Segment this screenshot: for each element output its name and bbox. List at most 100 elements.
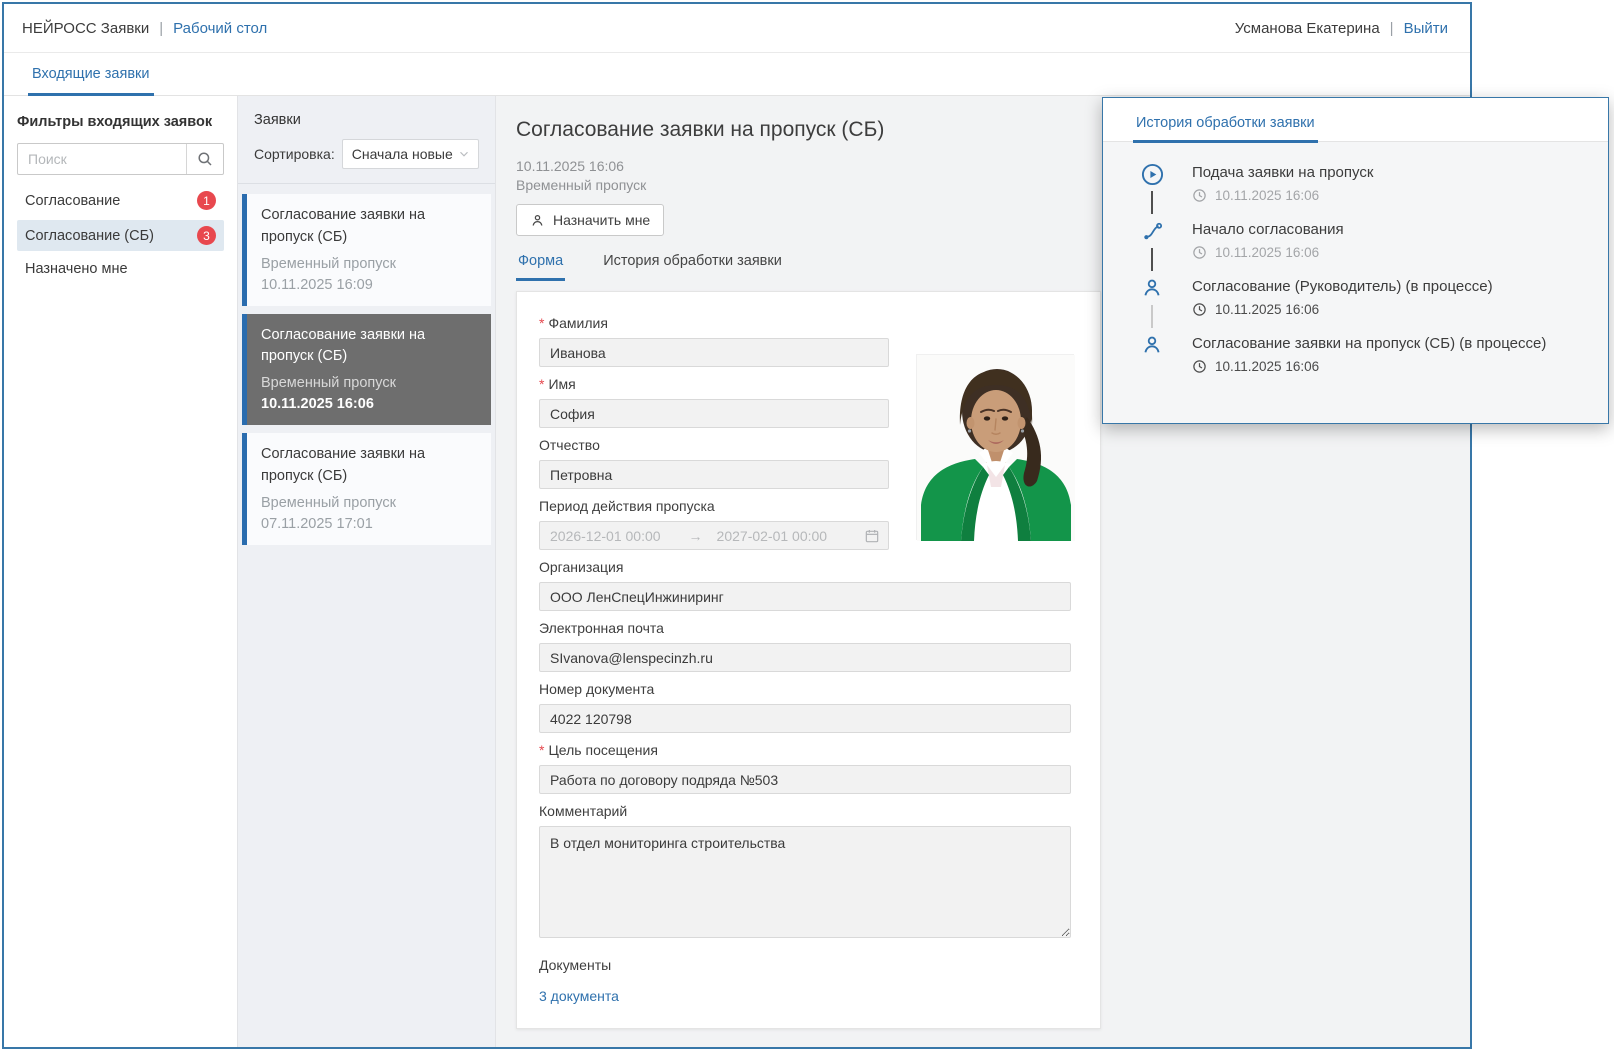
clock-icon xyxy=(1192,188,1207,203)
list-item-pass-type: Временный пропуск xyxy=(261,256,477,272)
purpose-field: Работа по договору подряда №503 xyxy=(539,765,1071,794)
field-label-purpose: *Цель посещения xyxy=(539,742,1078,758)
firstname-field: София xyxy=(539,399,889,428)
search-input[interactable] xyxy=(18,144,186,174)
history-panel: История обработки заявки Подача заявки н… xyxy=(1102,97,1609,424)
logout-link[interactable]: Выйти xyxy=(1404,20,1448,37)
count-badge: 3 xyxy=(197,226,216,245)
timeline-event-time: 10.11.2025 16:06 xyxy=(1215,302,1319,317)
list-item[interactable]: Согласование заявки на пропуск (СБ) Врем… xyxy=(242,194,491,306)
doc-number-field: 4022 120798 xyxy=(539,704,1071,733)
timeline-event-title: Согласование (Руководитель) (в процессе) xyxy=(1192,276,1588,295)
brand-title: НЕЙРОСС Заявки xyxy=(22,20,149,37)
assign-to-me-button[interactable]: Назначить мне xyxy=(516,204,664,236)
middlename-field: Петровна xyxy=(539,460,889,489)
field-label-organization: Организация xyxy=(539,559,1078,575)
organization-field: ООО ЛенСпецИнжиниринг xyxy=(539,582,1071,611)
timeline-event: Согласование (Руководитель) (в процессе)… xyxy=(1140,276,1588,333)
filters-title: Фильтры входящих заявок xyxy=(17,114,224,130)
tab-history[interactable]: История обработки заявки xyxy=(601,253,784,281)
list-item[interactable]: Согласование заявки на пропуск (СБ) Врем… xyxy=(242,433,491,545)
comment-textarea[interactable] xyxy=(539,826,1071,938)
list-item-date: 07.11.2025 17:01 xyxy=(261,516,477,532)
clock-icon xyxy=(1192,245,1207,260)
timeline-event: Начало согласования 10.11.2025 16:06 xyxy=(1140,219,1588,276)
list-item-selected[interactable]: Согласование заявки на пропуск (СБ) Врем… xyxy=(242,314,491,426)
timeline-event-time: 10.11.2025 16:06 xyxy=(1215,188,1319,203)
required-icon: * xyxy=(539,376,544,392)
lastname-field: Иванова xyxy=(539,338,889,367)
filter-item-soglasovanie-sb[interactable]: Согласование (СБ) 3 xyxy=(17,220,224,251)
filter-item-soglasovanie[interactable]: Согласование 1 xyxy=(17,185,224,216)
field-label-lastname: *Фамилия xyxy=(539,315,1078,331)
timeline-event-title: Начало согласования xyxy=(1192,219,1588,238)
documents-link[interactable]: 3 документа xyxy=(539,988,619,1004)
period-start-value: 2026-12-01 00:00 xyxy=(550,528,661,544)
header-separator: | xyxy=(159,20,163,37)
list-item-title: Согласование заявки на пропуск (СБ) xyxy=(261,325,477,369)
required-icon: * xyxy=(539,742,544,758)
sort-label: Сортировка: xyxy=(254,146,335,162)
count-badge: 1 xyxy=(197,191,216,210)
sort-select[interactable]: Сначала новые xyxy=(342,139,479,169)
arrow-right-icon: → xyxy=(689,528,703,544)
app-header: НЕЙРОСС Заявки | Рабочий стол Усманова Е… xyxy=(4,4,1470,53)
applicant-photo xyxy=(916,354,1074,540)
timeline-connector xyxy=(1151,191,1153,214)
flow-branch-icon xyxy=(1140,219,1164,243)
chevron-down-icon xyxy=(457,147,471,161)
clock-icon xyxy=(1192,359,1207,374)
user-name: Усманова Екатерина xyxy=(1235,20,1380,37)
list-item-date: 10.11.2025 16:09 xyxy=(261,277,477,293)
timeline-event-time-row: 10.11.2025 16:06 xyxy=(1192,302,1588,317)
timeline-event: Подача заявки на пропуск 10.11.2025 16:0… xyxy=(1140,162,1588,219)
timeline-event-time-row: 10.11.2025 16:06 xyxy=(1192,245,1588,260)
list-item-pass-type: Временный пропуск xyxy=(261,375,477,391)
period-field: 2026-12-01 00:00 → 2027-02-01 00:00 xyxy=(539,521,889,550)
filter-list: Согласование 1 Согласование (СБ) 3 Назна… xyxy=(17,185,224,283)
form-card: *Фамилия Иванова *Имя София Отчество Пет… xyxy=(516,291,1101,1029)
timeline-event-title: Согласование заявки на пропуск (СБ) (в п… xyxy=(1192,333,1588,352)
search-box xyxy=(17,143,224,175)
timeline-event-time: 10.11.2025 16:06 xyxy=(1215,359,1319,374)
clock-icon xyxy=(1192,302,1207,317)
period-end-value: 2027-02-01 00:00 xyxy=(717,528,828,544)
person-icon xyxy=(530,213,545,228)
person-icon xyxy=(1140,276,1164,300)
workspace-link[interactable]: Рабочий стол xyxy=(173,20,267,37)
filters-sidebar: Фильтры входящих заявок Согласование 1 xyxy=(4,96,237,1047)
history-timeline: Подача заявки на пропуск 10.11.2025 16:0… xyxy=(1103,142,1608,390)
filter-item-label: Согласование (СБ) xyxy=(25,228,154,244)
label-text: Цель посещения xyxy=(548,742,657,758)
list-item-title: Согласование заявки на пропуск (СБ) xyxy=(261,444,477,488)
header-left: НЕЙРОСС Заявки | Рабочий стол xyxy=(22,20,267,37)
calendar-icon xyxy=(864,528,880,544)
list-item-date: 10.11.2025 16:06 xyxy=(261,396,477,412)
timeline-event-time-row: 10.11.2025 16:06 xyxy=(1192,188,1588,203)
header-right: Усманова Екатерина | Выйти xyxy=(1235,20,1448,37)
person-icon xyxy=(1140,333,1164,357)
list-title: Заявки xyxy=(254,112,479,128)
timeline-event-title: Подача заявки на пропуск xyxy=(1192,162,1588,181)
timeline-event-time: 10.11.2025 16:06 xyxy=(1215,245,1319,260)
search-icon xyxy=(196,150,214,168)
sort-selected-value: Сначала новые xyxy=(352,146,453,162)
list-item-title: Согласование заявки на пропуск (СБ) xyxy=(261,205,477,249)
filter-item-label: Согласование xyxy=(25,193,120,209)
filter-item-assigned-to-me[interactable]: Назначено мне xyxy=(17,255,224,283)
search-button[interactable] xyxy=(186,144,223,174)
history-panel-header: История обработки заявки xyxy=(1103,98,1608,142)
sort-row: Сортировка: Сначала новые xyxy=(254,139,479,169)
history-panel-tab[interactable]: История обработки заявки xyxy=(1133,115,1318,143)
field-label-email: Электронная почта xyxy=(539,620,1078,636)
timeline-connector xyxy=(1151,305,1153,328)
top-tab-strip: Входящие заявки xyxy=(4,53,1470,96)
request-list: Согласование заявки на пропуск (СБ) Врем… xyxy=(238,184,495,563)
documents-label: Документы xyxy=(539,957,1078,973)
tab-incoming-requests[interactable]: Входящие заявки xyxy=(28,66,154,96)
tab-form[interactable]: Форма xyxy=(516,253,565,281)
filter-item-label: Назначено мне xyxy=(25,261,128,277)
header-separator: | xyxy=(1390,20,1394,37)
list-item-pass-type: Временный пропуск xyxy=(261,495,477,511)
list-header: Заявки Сортировка: Сначала новые xyxy=(238,96,495,184)
